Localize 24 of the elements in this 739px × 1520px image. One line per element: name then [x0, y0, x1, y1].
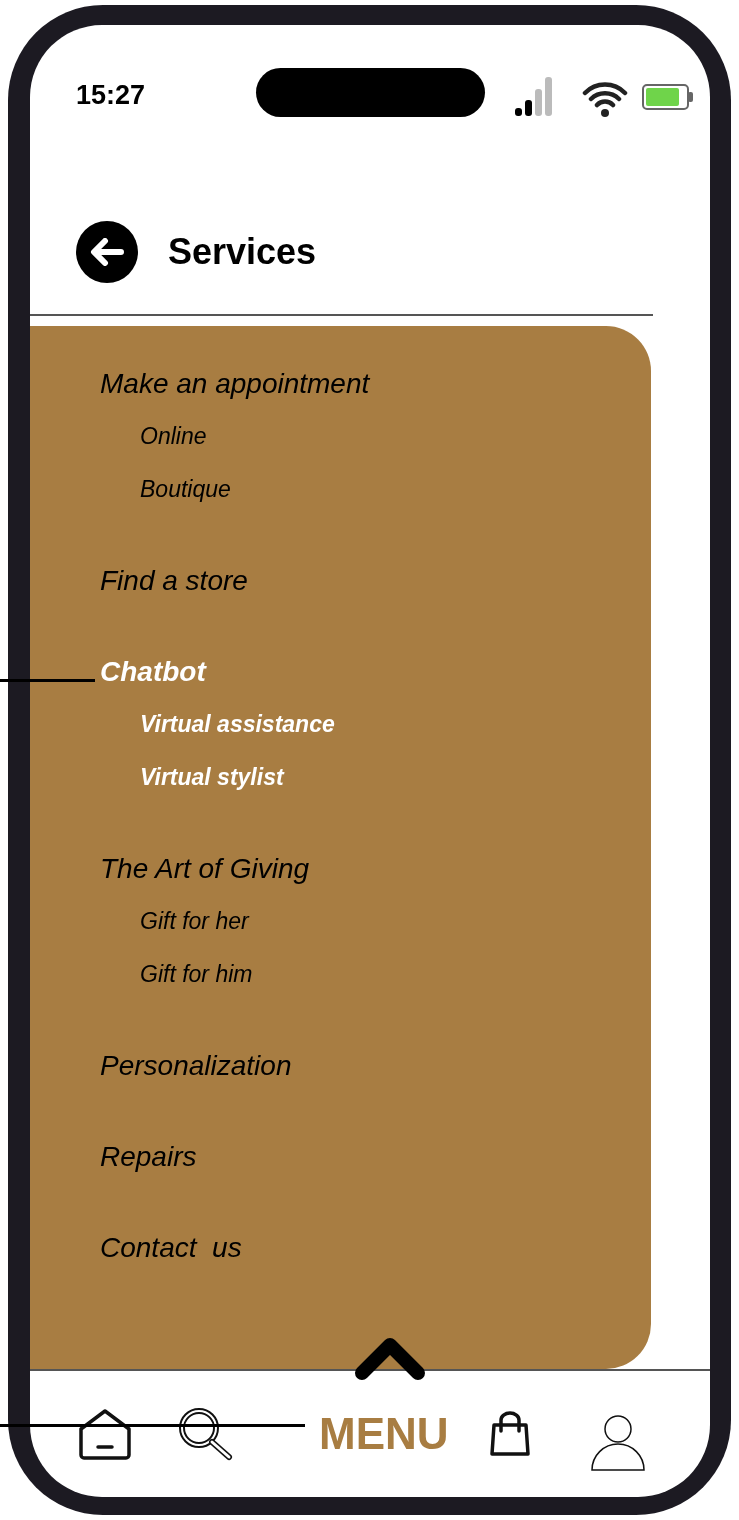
menu-subitem-link[interactable]: Gift for her [140, 895, 249, 948]
status-time: 15:27 [76, 79, 146, 112]
battery-icon [642, 84, 694, 110]
menu-subitem-link[interactable]: Boutique [140, 463, 231, 516]
menu-section-link[interactable]: Personalization [100, 1040, 292, 1092]
menu-section-link[interactable]: Contact us [100, 1222, 242, 1274]
wifi-icon [582, 80, 628, 118]
home-icon[interactable] [77, 1407, 133, 1461]
menu-section-link[interactable]: The Art of Giving [100, 843, 310, 895]
menu-subitem-link[interactable]: Virtual assistance [140, 698, 335, 751]
menu-subitem-link[interactable]: Gift for him [140, 948, 253, 1001]
menu-subitem-link[interactable]: Virtual stylist [140, 751, 284, 804]
menu-button[interactable]: MENU [319, 1409, 449, 1459]
back-arrow-icon [90, 238, 124, 266]
menu-section-link[interactable]: Chatbot [100, 646, 206, 698]
page-title: Services [168, 230, 317, 274]
shopping-bag-icon[interactable] [488, 1411, 531, 1457]
menu-section-link[interactable]: Make an appointment [100, 358, 370, 410]
search-icon[interactable] [177, 1407, 235, 1461]
menu-section-link[interactable]: Repairs [100, 1131, 197, 1183]
menu-section-link[interactable]: Find a store [100, 555, 248, 607]
chevron-up-icon[interactable] [354, 1335, 426, 1383]
user-profile-icon[interactable] [590, 1414, 645, 1472]
menu-subitem-link[interactable]: Online [140, 410, 207, 463]
